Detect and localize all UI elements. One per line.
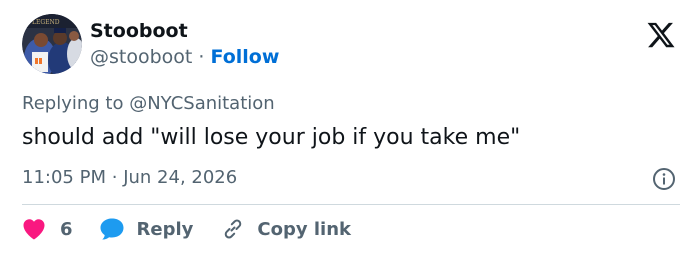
info-icon[interactable] — [652, 167, 676, 191]
action-bar: 6 Reply Copy link — [22, 215, 351, 243]
replying-to: Replying to @NYCSanitation — [22, 92, 275, 116]
tweet-meta: 11:05 PM · Jun 24, 2026 — [22, 166, 237, 190]
display-name[interactable]: Stooboot — [90, 18, 279, 44]
x-logo-icon[interactable] — [646, 20, 676, 50]
heart-icon — [23, 219, 45, 240]
replying-prefix: Replying to — [22, 93, 124, 114]
tweet-header: LEGEND Stooboot @stooboot · Follow — [22, 14, 684, 78]
author-info: Stooboot @stooboot · Follow — [90, 18, 279, 70]
tweet-time[interactable]: 11:05 PM — [22, 167, 106, 188]
author-handle[interactable]: @stooboot — [90, 46, 192, 68]
reply-label: Reply — [136, 218, 194, 240]
handle-line: @stooboot · Follow — [90, 44, 279, 70]
reply-mention-link[interactable]: @NYCSanitation — [129, 93, 274, 114]
divider — [22, 204, 680, 205]
tweet-date[interactable]: Jun 24, 2026 — [123, 167, 237, 188]
avatar-text: LEGEND — [32, 19, 60, 26]
speech-bubble-icon — [100, 218, 124, 240]
follow-button[interactable]: Follow — [211, 46, 280, 68]
copy-link-label: Copy link — [257, 218, 351, 240]
tweet-text: should add "will lose your job if you ta… — [22, 125, 521, 150]
like-count: 6 — [60, 218, 73, 240]
link-icon — [225, 219, 242, 239]
copy-link-button[interactable]: Copy link — [221, 217, 351, 241]
meta-separator: · — [111, 167, 118, 188]
avatar[interactable]: LEGEND — [22, 14, 82, 74]
avatar-image: LEGEND — [22, 14, 82, 74]
reply-button[interactable]: Reply — [99, 217, 194, 241]
handle-separator: · — [198, 46, 205, 68]
like-button[interactable]: 6 — [22, 218, 73, 240]
